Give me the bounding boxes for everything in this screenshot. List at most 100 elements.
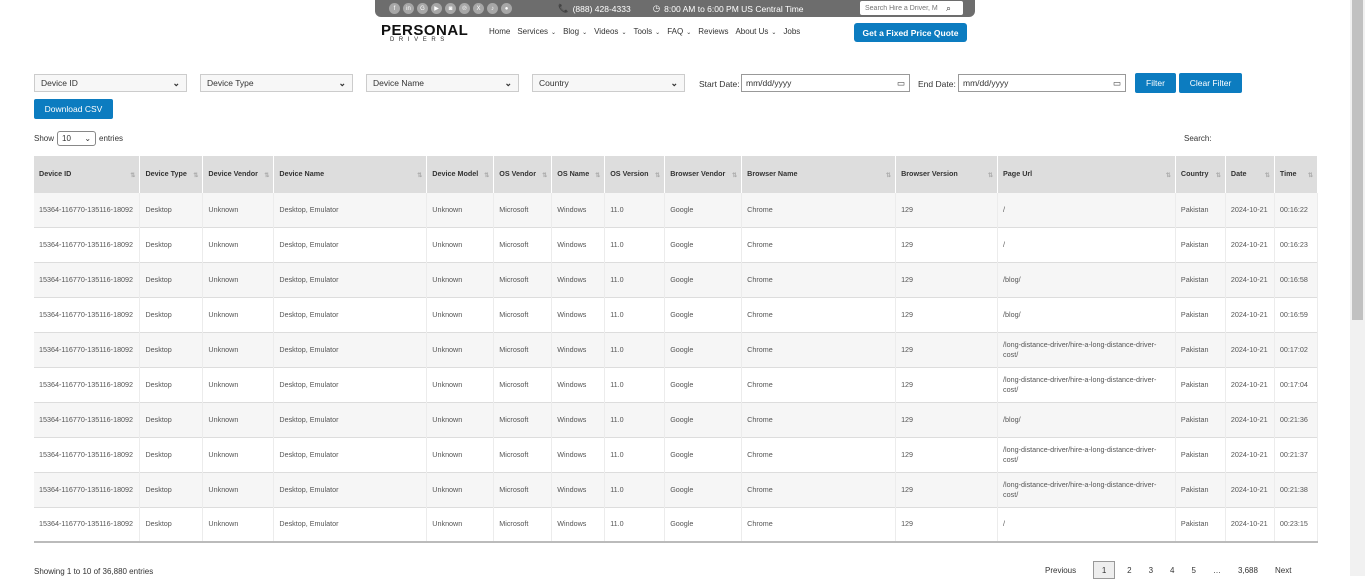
table-row[interactable]: 15364-116770-135116-18092 Desktop Unknown D… <box>34 436 1319 472</box>
facebook-icon[interactable]: f <box>389 3 400 14</box>
column-header-os-vendor[interactable]: OS Vendor ⇅ <box>493 156 553 192</box>
table-cell: Windows <box>551 506 606 543</box>
column-header-device-model[interactable]: Device Model ⇅ <box>426 156 495 192</box>
clock-icon: ◷ <box>652 3 661 13</box>
nav-item-home[interactable]: Home <box>489 27 510 36</box>
sort-icon: ⇅ <box>1264 173 1270 179</box>
device-name-select[interactable]: Device Name ⌄ <box>366 74 519 92</box>
table-cell: Unknown <box>202 226 275 262</box>
pagination-2[interactable]: 2 <box>1127 566 1131 575</box>
nav-item-videos[interactable]: Videos ⌄ <box>594 27 626 36</box>
site-search-input[interactable] <box>860 4 944 12</box>
column-header-browser-name[interactable]: Browser Name ⇅ <box>741 156 897 192</box>
google-icon[interactable]: G <box>417 3 428 14</box>
column-header-device-name[interactable]: Device Name ⇅ <box>273 156 428 192</box>
download-csv-button[interactable]: Download CSV <box>34 99 113 119</box>
calendar-icon[interactable]: ▭ <box>897 78 905 89</box>
nav-item-tools[interactable]: Tools ⌄ <box>633 27 660 36</box>
table-cell: Unknown <box>202 436 275 472</box>
column-header-os-version[interactable]: OS Version ⇅ <box>604 156 666 192</box>
column-header-device-vendor[interactable]: Device Vendor ⇅ <box>202 156 275 192</box>
column-header-os-name[interactable]: OS Name ⇅ <box>551 156 606 192</box>
column-header-country[interactable]: Country ⇅ <box>1175 156 1226 192</box>
nav-item-about-us[interactable]: About Us ⌄ <box>735 27 776 36</box>
country-select[interactable]: Country ⌄ <box>532 74 685 92</box>
location-icon[interactable]: ● <box>501 3 512 14</box>
page-length-control: Show 10 ⌄ entries <box>34 131 123 146</box>
main-nav: Home Services ⌄ Blog ⌄ Videos ⌄ Tools ⌄ FAQ ⌄ Revie… <box>489 27 800 36</box>
phone-number[interactable]: 📞 (888) 428-4333 <box>558 3 631 14</box>
pagination-1[interactable]: 1 <box>1093 561 1116 579</box>
device-type-select[interactable]: Device Type ⌄ <box>200 74 353 92</box>
table-row[interactable]: 15364-116770-135116-18092 Desktop Unknown D… <box>34 296 1319 332</box>
table-row[interactable]: 15364-116770-135116-18092 Desktop Unknown D… <box>34 506 1319 543</box>
page-scrollbar[interactable] <box>1350 0 1365 576</box>
table-row[interactable]: 15364-116770-135116-18092 Desktop Unknown D… <box>34 261 1319 297</box>
linkedin-icon[interactable]: in <box>403 3 414 14</box>
logo[interactable]: PERSONAL DRIVERS <box>381 22 468 43</box>
clear-filter-button[interactable]: Clear Filter <box>1179 73 1242 93</box>
table-cell: Microsoft <box>493 296 553 332</box>
scrollbar-thumb[interactable] <box>1352 0 1363 320</box>
table-cell: Chrome <box>741 401 897 437</box>
table-cell: 00:17:02 <box>1274 331 1319 367</box>
x-icon[interactable]: X <box>473 3 484 14</box>
table-cell: Unknown <box>202 506 275 543</box>
nav-item-reviews[interactable]: Reviews <box>698 27 728 36</box>
table-cell: Pakistan <box>1175 226 1226 262</box>
nav-item-jobs[interactable]: Jobs <box>783 27 800 36</box>
end-date-input[interactable]: mm/dd/yyyy ▭ <box>958 74 1126 92</box>
table-cell: 00:16:58 <box>1274 261 1319 297</box>
table-row[interactable]: 15364-116770-135116-18092 Desktop Unknown D… <box>34 191 1319 227</box>
pagination-3688[interactable]: 3,688 <box>1238 566 1258 575</box>
device-id-select[interactable]: Device ID ⌄ <box>34 74 187 92</box>
column-header-device-id[interactable]: Device ID ⇅ <box>34 156 141 192</box>
pinterest-icon[interactable]: ℗ <box>459 3 470 14</box>
pagination-previous[interactable]: Previous <box>1045 566 1076 575</box>
nav-item-faq[interactable]: FAQ ⌄ <box>667 27 691 36</box>
table-cell: 129 <box>895 191 999 227</box>
start-date-input[interactable]: mm/dd/yyyy ▭ <box>741 74 910 92</box>
column-header-date[interactable]: Date ⇅ <box>1225 156 1275 192</box>
chevron-down-icon: ⌄ <box>670 77 678 88</box>
pagination-4[interactable]: 4 <box>1170 566 1174 575</box>
table-row[interactable]: 15364-116770-135116-18092 Desktop Unknown D… <box>34 331 1319 367</box>
column-header-device-type[interactable]: Device Type ⇅ <box>139 156 204 192</box>
table-row[interactable]: 15364-116770-135116-18092 Desktop Unknown D… <box>34 226 1319 262</box>
filter-button[interactable]: Filter <box>1135 73 1176 93</box>
table-cell: Desktop, Emulator <box>273 191 428 227</box>
table-cell: 00:16:23 <box>1274 226 1319 262</box>
table-cell: Google <box>664 366 743 402</box>
table-row[interactable]: 15364-116770-135116-18092 Desktop Unknown D… <box>34 471 1319 507</box>
search-icon[interactable]: ⌕ <box>946 3 951 14</box>
column-header-time[interactable]: Time ⇅ <box>1274 156 1319 192</box>
page-length-select[interactable]: 10 ⌄ <box>57 131 97 146</box>
table-cell: 11.0 <box>604 261 666 297</box>
nav-item-services[interactable]: Services ⌄ <box>517 27 556 36</box>
table-cell: Desktop, Emulator <box>273 506 428 543</box>
column-header-browser-version[interactable]: Browser Version ⇅ <box>895 156 999 192</box>
table-cell: 2024-10-21 <box>1225 296 1275 332</box>
table-cell: Chrome <box>741 506 897 543</box>
table-row[interactable]: 15364-116770-135116-18092 Desktop Unknown D… <box>34 366 1319 402</box>
table-cell: 15364-116770-135116-18092 <box>34 296 141 332</box>
business-hours: ◷ 8:00 AM to 6:00 PM US Central Time <box>652 3 804 14</box>
chevron-down-icon: ⌄ <box>621 30 627 36</box>
column-header-browser-vendor[interactable]: Browser Vendor ⇅ <box>664 156 743 192</box>
instagram-icon[interactable]: ◙ <box>445 3 456 14</box>
pagination-next[interactable]: Next <box>1275 566 1291 575</box>
nav-item-blog[interactable]: Blog ⌄ <box>563 27 587 36</box>
column-header-page-url[interactable]: Page Url ⇅ <box>997 156 1176 192</box>
chevron-down-icon: ⌄ <box>655 30 661 36</box>
chevron-down-icon: ⌄ <box>771 30 777 36</box>
youtube-icon[interactable]: ▶ <box>431 3 442 14</box>
tiktok-icon[interactable]: ♪ <box>487 3 498 14</box>
fixed-price-quote-button[interactable]: Get a Fixed Price Quote <box>854 23 967 42</box>
table-cell: 15364-116770-135116-18092 <box>34 506 141 543</box>
pagination-5[interactable]: 5 <box>1191 566 1195 575</box>
pagination-3[interactable]: 3 <box>1149 566 1153 575</box>
table-cell: 00:16:22 <box>1274 191 1319 227</box>
calendar-icon[interactable]: ▭ <box>1113 78 1121 89</box>
table-cell: 2024-10-21 <box>1225 366 1275 402</box>
table-row[interactable]: 15364-116770-135116-18092 Desktop Unknown D… <box>34 401 1319 437</box>
